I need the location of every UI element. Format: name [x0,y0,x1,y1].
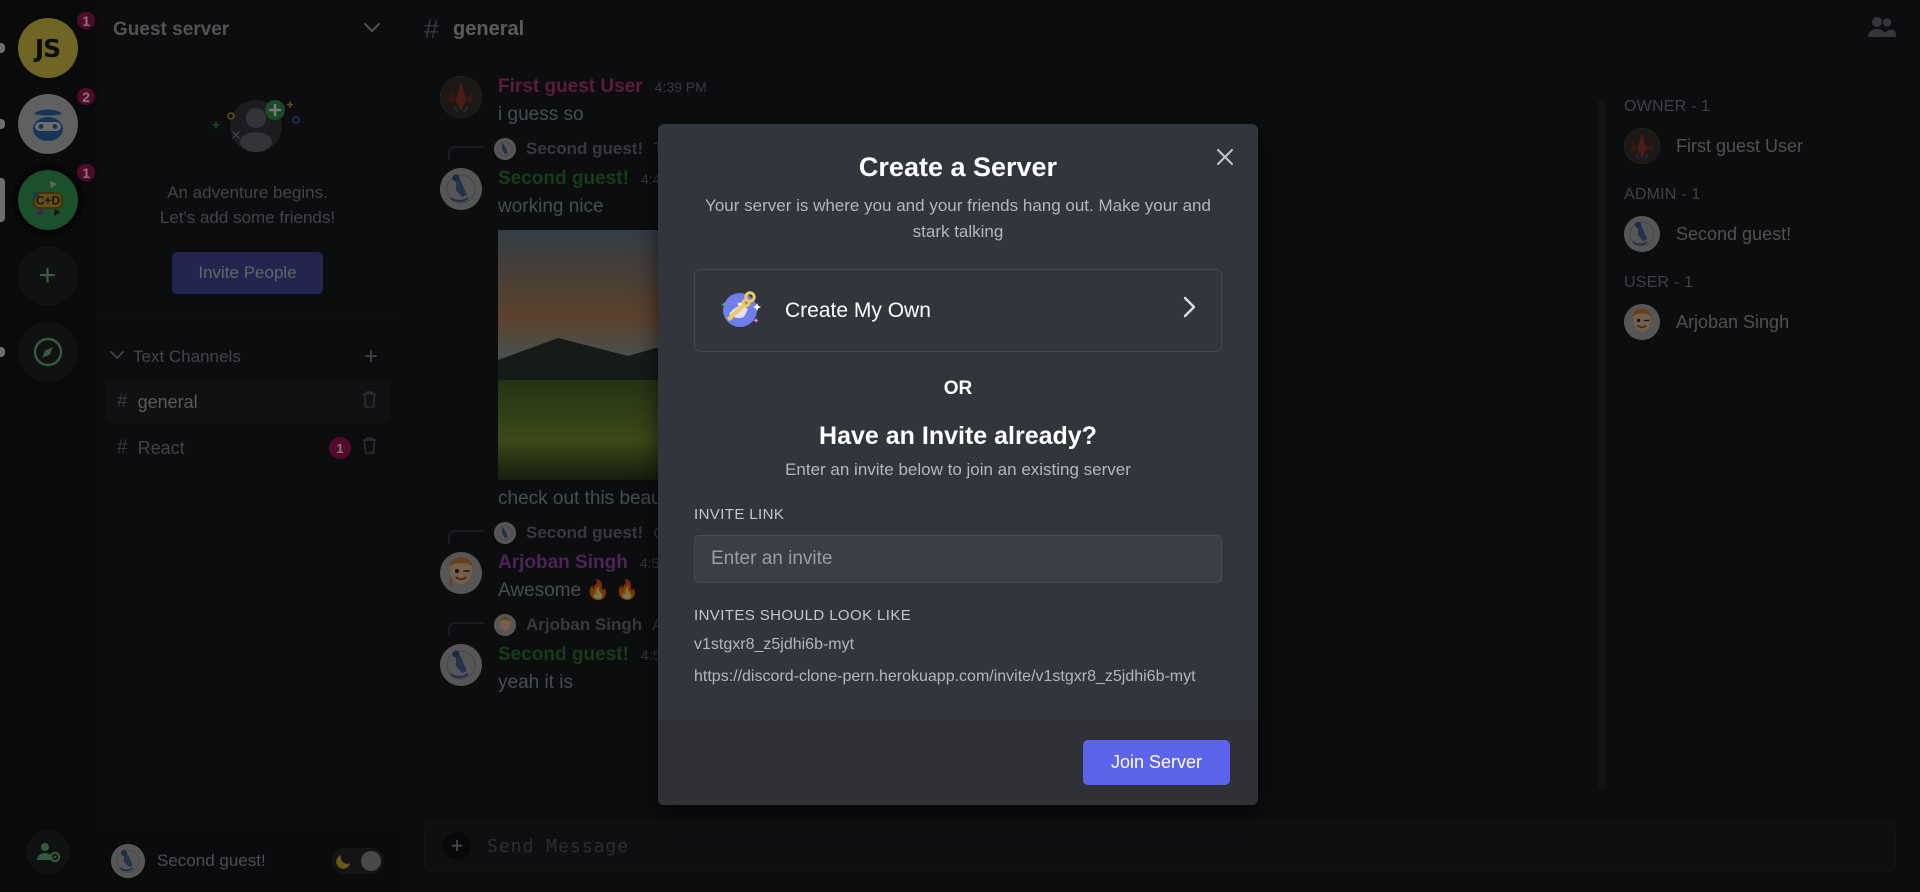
close-icon[interactable] [1212,144,1238,170]
create-my-own-button[interactable]: Create My Own [694,269,1222,352]
invites-example-label: INVITES SHOULD LOOK LIKE [694,607,912,624]
have-invite-heading: Have an Invite already? [819,422,1097,450]
discord-clone-app: JS 1 2 [0,0,1920,892]
invite-example-code: v1stgxr8_z5jdhi6b-myt [694,636,855,653]
create-my-own-label: Create My Own [785,298,931,322]
modal-title: Create a Server [858,152,1058,182]
create-server-modal: Create a Server Your server is where you… [658,124,1258,805]
modal-body: Create a Server Your server is where you… [658,124,1258,698]
invite-link-label: INVITE LINK [694,506,785,523]
globe-key-icon [717,284,765,337]
join-server-button[interactable]: Join Server [1082,740,1230,785]
chevron-right-icon[interactable] [1179,294,1199,327]
modal-footer: Join Server [658,720,1258,805]
modal-subtitle: Your server is where you and your friend… [705,196,1211,241]
or-divider-label: OR [943,378,973,399]
invite-link-input[interactable] [694,535,1222,583]
have-invite-subheading: Enter an invite below to join an existin… [785,460,1131,479]
invite-example-url: https://discord-clone-pern.herokuapp.com… [694,668,1196,685]
